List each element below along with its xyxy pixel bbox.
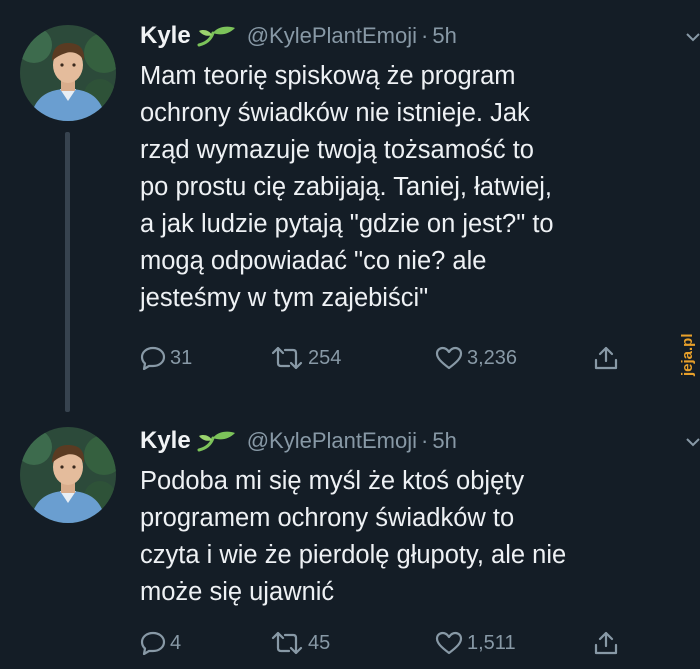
avatar[interactable] <box>20 25 116 121</box>
share-button[interactable] <box>593 630 619 656</box>
avatar[interactable] <box>20 427 116 523</box>
heart-icon <box>435 346 463 370</box>
retweet-button[interactable]: 45 <box>270 631 435 655</box>
like-button[interactable]: 3,236 <box>435 346 593 370</box>
like-count: 3,236 <box>467 346 518 369</box>
tweet-header: Kyle @KylePlantEmoji · 5h <box>140 22 457 50</box>
share-icon <box>594 631 618 655</box>
timestamp[interactable]: 5h <box>432 23 456 49</box>
tweet-text-line: czyta i wie że pierdolę głupoty, ale nie <box>140 541 567 569</box>
reply-count: 4 <box>170 631 182 654</box>
tweet[interactable]: Kyle @KylePlantEmoji · 5h Podoba mi się … <box>0 405 700 669</box>
tweet-actions: 4 45 1,511 <box>140 630 619 656</box>
retweet-icon <box>271 346 303 370</box>
tweet-text: Mam teorię spiskową że program ochrony ś… <box>140 58 680 317</box>
reply-button[interactable]: 4 <box>140 631 270 655</box>
retweet-count: 45 <box>308 631 331 654</box>
reply-button[interactable]: 31 <box>140 346 270 370</box>
chevron-down-icon[interactable] <box>686 435 700 449</box>
seedling-icon <box>197 430 237 452</box>
tweet-text: Podoba mi się myśl że ktoś objęty progra… <box>140 463 680 611</box>
tweet-text-line: może się ujawnić <box>140 578 335 606</box>
retweet-button[interactable]: 254 <box>270 346 435 370</box>
display-name[interactable]: Kyle <box>140 427 191 455</box>
tweet[interactable]: Kyle @KylePlantEmoji · 5h Mam teorię spi… <box>0 0 700 400</box>
tweet-text-line: mogą odpowiadać "co nie? ale <box>140 247 487 275</box>
tweet-actions: 31 254 3,236 <box>140 345 619 371</box>
seedling-icon <box>197 25 237 47</box>
user-handle[interactable]: @KylePlantEmoji <box>247 428 417 454</box>
timestamp[interactable]: 5h <box>432 428 456 454</box>
reply-icon <box>140 346 166 370</box>
retweet-icon <box>271 631 303 655</box>
share-icon <box>594 346 618 370</box>
svg-text:jeja.pl: jeja.pl <box>679 333 696 377</box>
watermark-logo: jeja.pl <box>676 300 698 380</box>
like-button[interactable]: 1,511 <box>435 631 593 655</box>
reply-icon <box>140 631 166 655</box>
tweet-header: Kyle @KylePlantEmoji · 5h <box>140 427 457 455</box>
tweet-text-line: a jak ludzie pytają "gdzie on jest?" to <box>140 210 554 238</box>
tweet-text-line: jesteśmy w tym zajebiści" <box>140 284 429 312</box>
like-count: 1,511 <box>467 631 516 654</box>
separator: · <box>421 23 429 48</box>
user-handle[interactable]: @KylePlantEmoji <box>247 23 417 49</box>
tweet-text-line: Podoba mi się myśl że ktoś objęty <box>140 467 525 495</box>
tweet-text-line: ochrony świadków nie istnieje. Jak <box>140 99 530 127</box>
heart-icon <box>435 631 463 655</box>
tweet-text-line: Mam teorię spiskową że program <box>140 62 516 90</box>
chevron-down-icon[interactable] <box>686 30 700 44</box>
display-name[interactable]: Kyle <box>140 22 191 50</box>
reply-count: 31 <box>170 346 193 369</box>
separator: · <box>421 428 429 453</box>
tweet-text-line: programem ochrony świadków to <box>140 504 515 532</box>
twitter-thread: Kyle @KylePlantEmoji · 5h Mam teorię spi… <box>0 0 700 669</box>
tweet-text-line: rząd wymazuje twoją tożsamość to <box>140 136 534 164</box>
retweet-count: 254 <box>308 346 342 369</box>
tweet-text-line: po prostu cię zabijają. Taniej, łatwiej, <box>140 173 553 201</box>
share-button[interactable] <box>593 345 619 371</box>
